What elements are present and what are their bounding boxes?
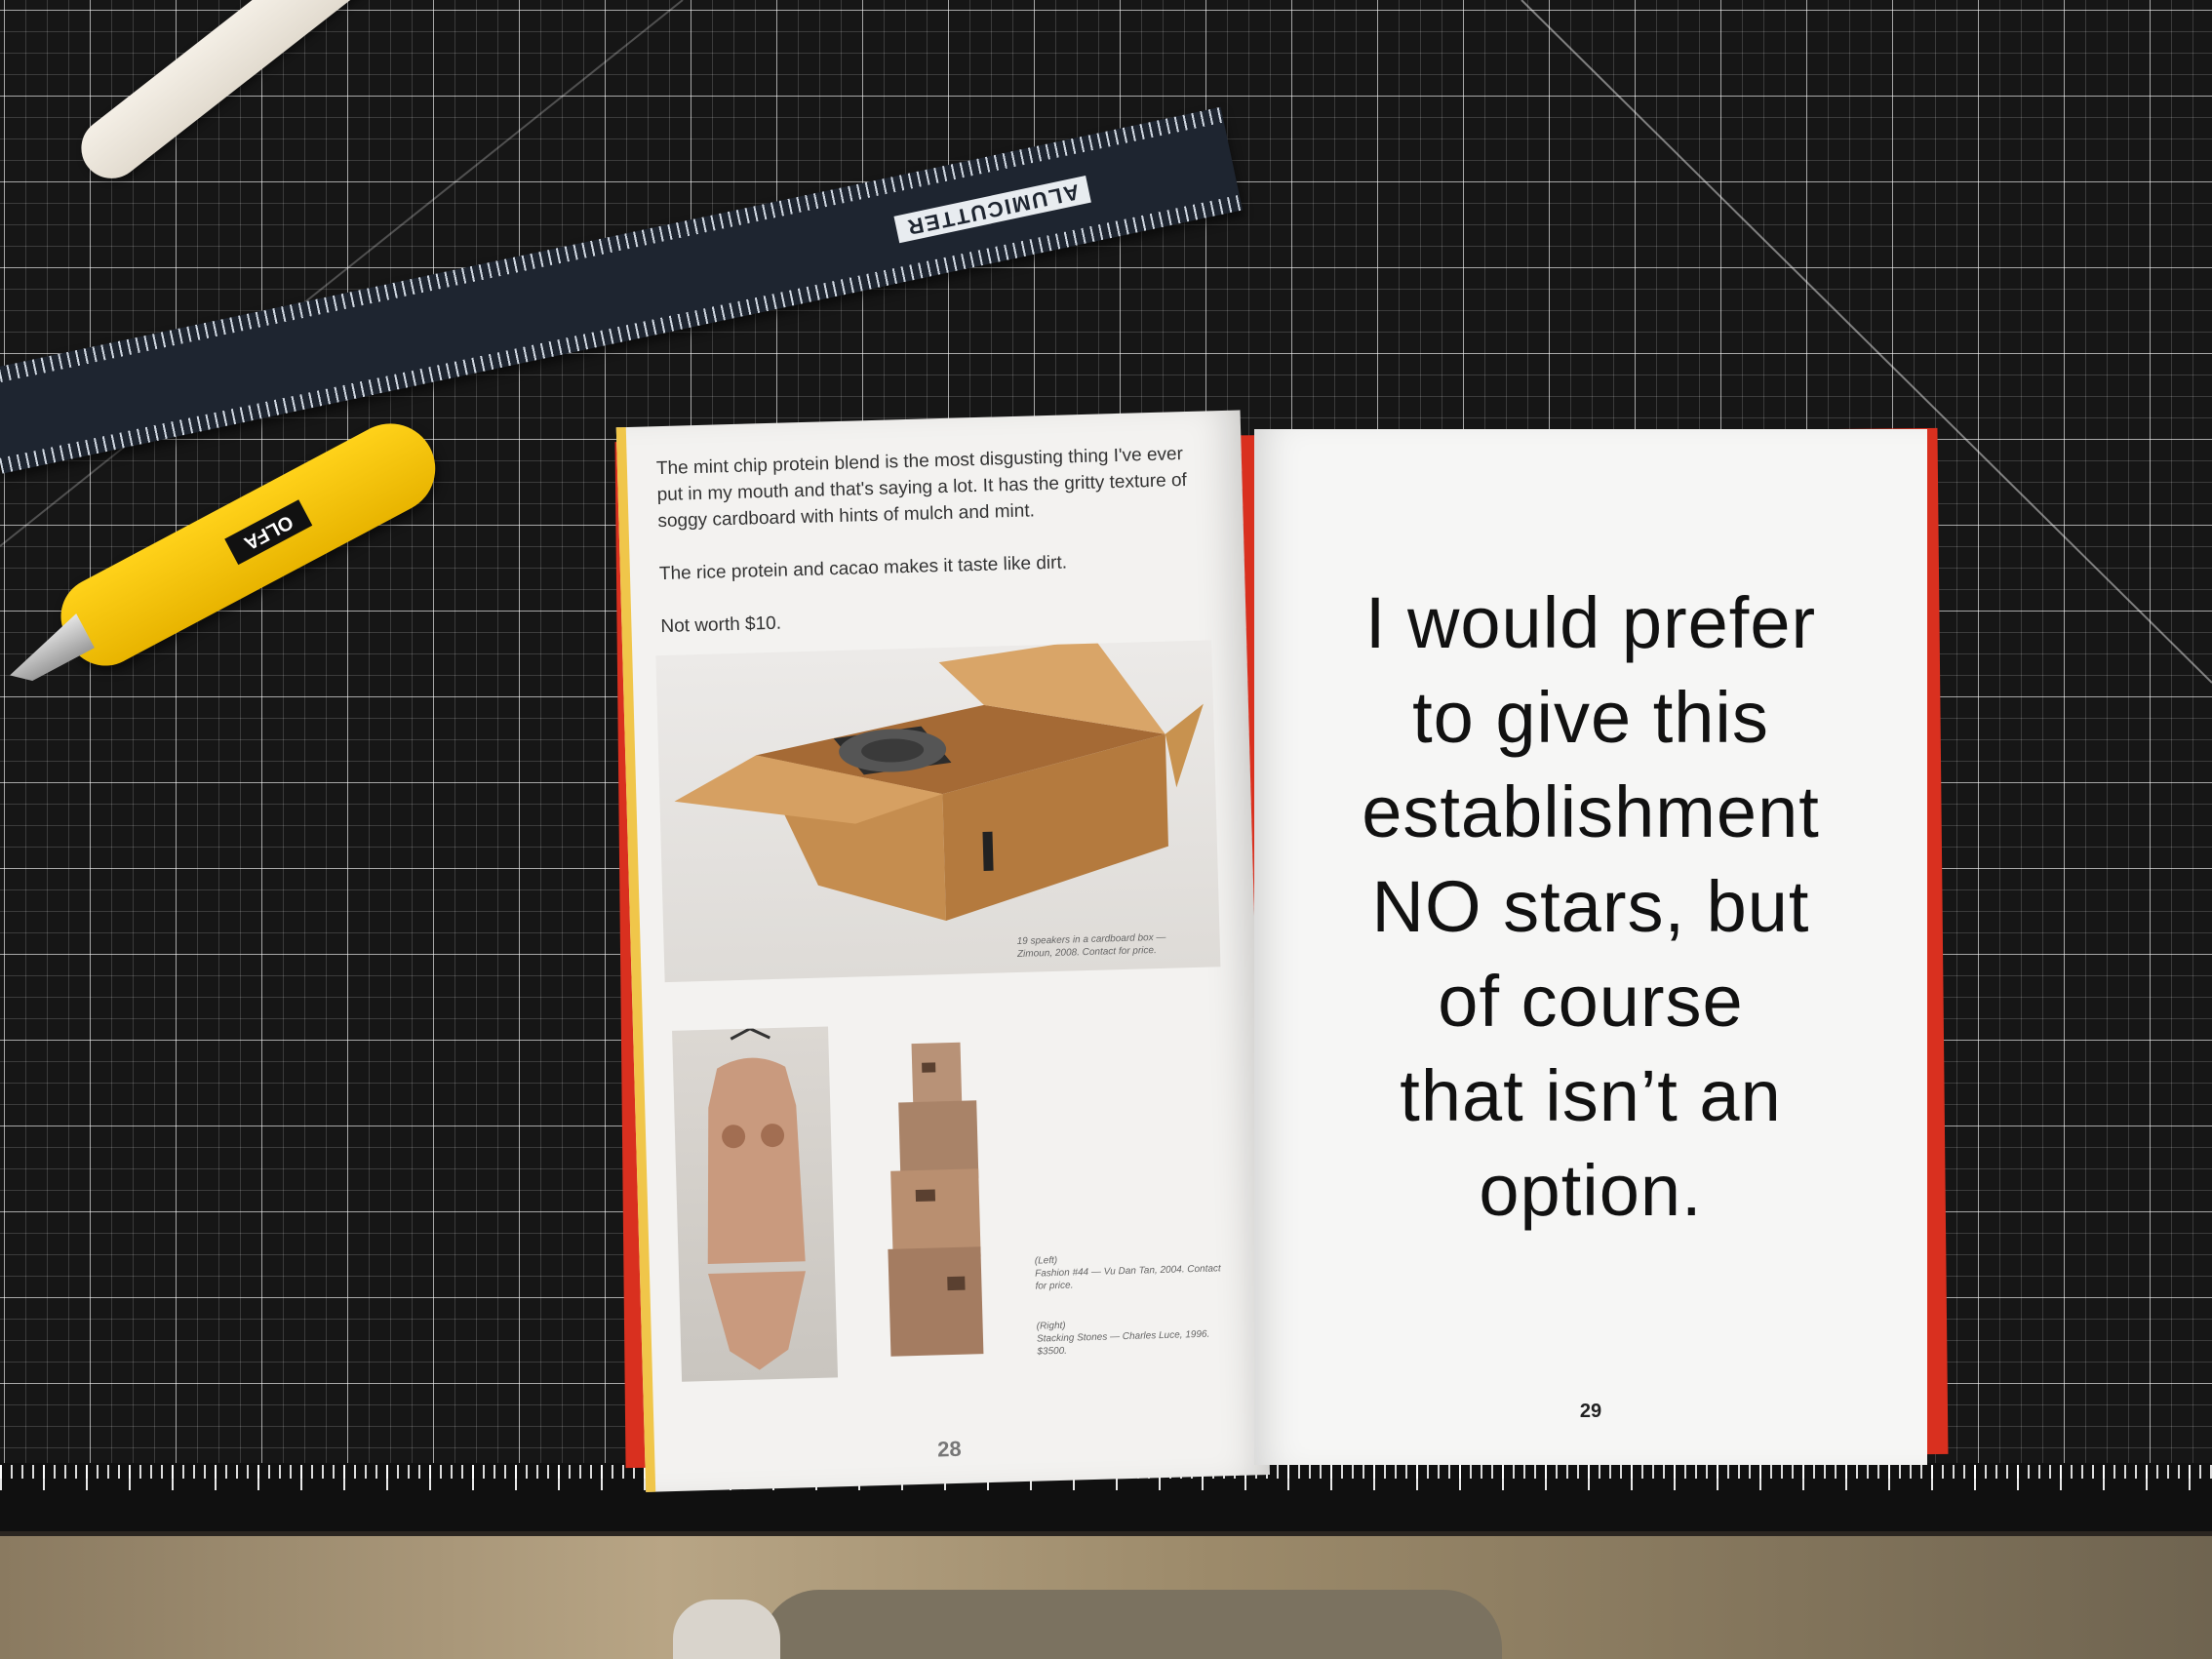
- quote-line: establishment: [1362, 771, 1820, 852]
- person-leg: [761, 1590, 1502, 1659]
- speaker-box-caption: 19 speakers in a cardboard box — Zimoun,…: [1016, 930, 1203, 961]
- pull-quote: I would prefer to give this establishmen…: [1254, 575, 1927, 1238]
- review-text: The mint chip protein blend is the most …: [656, 441, 1208, 667]
- caption-left: (Left) Fashion #44 — Vu Dan Tan, 2004. C…: [1035, 1249, 1231, 1293]
- caption-tag: (Left): [1034, 1254, 1058, 1267]
- page-number-left: 28: [936, 1436, 962, 1462]
- shoe: [673, 1600, 780, 1659]
- caption-text: Fashion #44 — Vu Dan Tan, 2004. Contact …: [1035, 1263, 1221, 1292]
- quote-line: I would prefer: [1364, 582, 1817, 663]
- caption-right: (Right) Stacking Stones — Charles Luce, …: [1036, 1315, 1232, 1359]
- fashion-vest-photo: [672, 1026, 839, 1382]
- review-paragraph: The rice protein and cacao makes it tast…: [658, 552, 1068, 585]
- vest-illustration: [707, 1027, 806, 1370]
- speaker-box-photo: 19 speakers in a cardboard box — Zimoun,…: [655, 638, 1221, 983]
- quote-line: that isn’t an: [1400, 1055, 1782, 1136]
- review-paragraph: Not worth $10.: [660, 612, 782, 638]
- caption-tag: (Right): [1036, 1320, 1066, 1332]
- artwork-captions: (Left) Fashion #44 — Vu Dan Tan, 2004. C…: [1035, 1249, 1234, 1386]
- page-number-right: 29: [1579, 1401, 1602, 1422]
- left-page: The mint chip protein blend is the most …: [615, 410, 1270, 1492]
- knife-brand-label: OLFA: [224, 499, 313, 566]
- quote-line: option.: [1479, 1150, 1703, 1231]
- caption-text: Stacking Stones — Charles Luce, 1996. $3…: [1036, 1328, 1210, 1358]
- right-page: I would prefer to give this establishmen…: [1254, 429, 1927, 1465]
- photo-scene: ALUMICUTTER OLFA The mint chip protein b…: [0, 0, 2212, 1659]
- quote-line: to give this: [1412, 677, 1769, 758]
- cardboard-box-illustration: [674, 638, 1204, 922]
- stacking-stones-photo: [852, 1021, 1018, 1376]
- quote-line: NO stars, but: [1371, 866, 1810, 947]
- review-paragraph: The mint chip protein blend is the most …: [655, 444, 1188, 533]
- stones-illustration: [888, 1042, 984, 1357]
- quote-line: of course: [1438, 961, 1744, 1042]
